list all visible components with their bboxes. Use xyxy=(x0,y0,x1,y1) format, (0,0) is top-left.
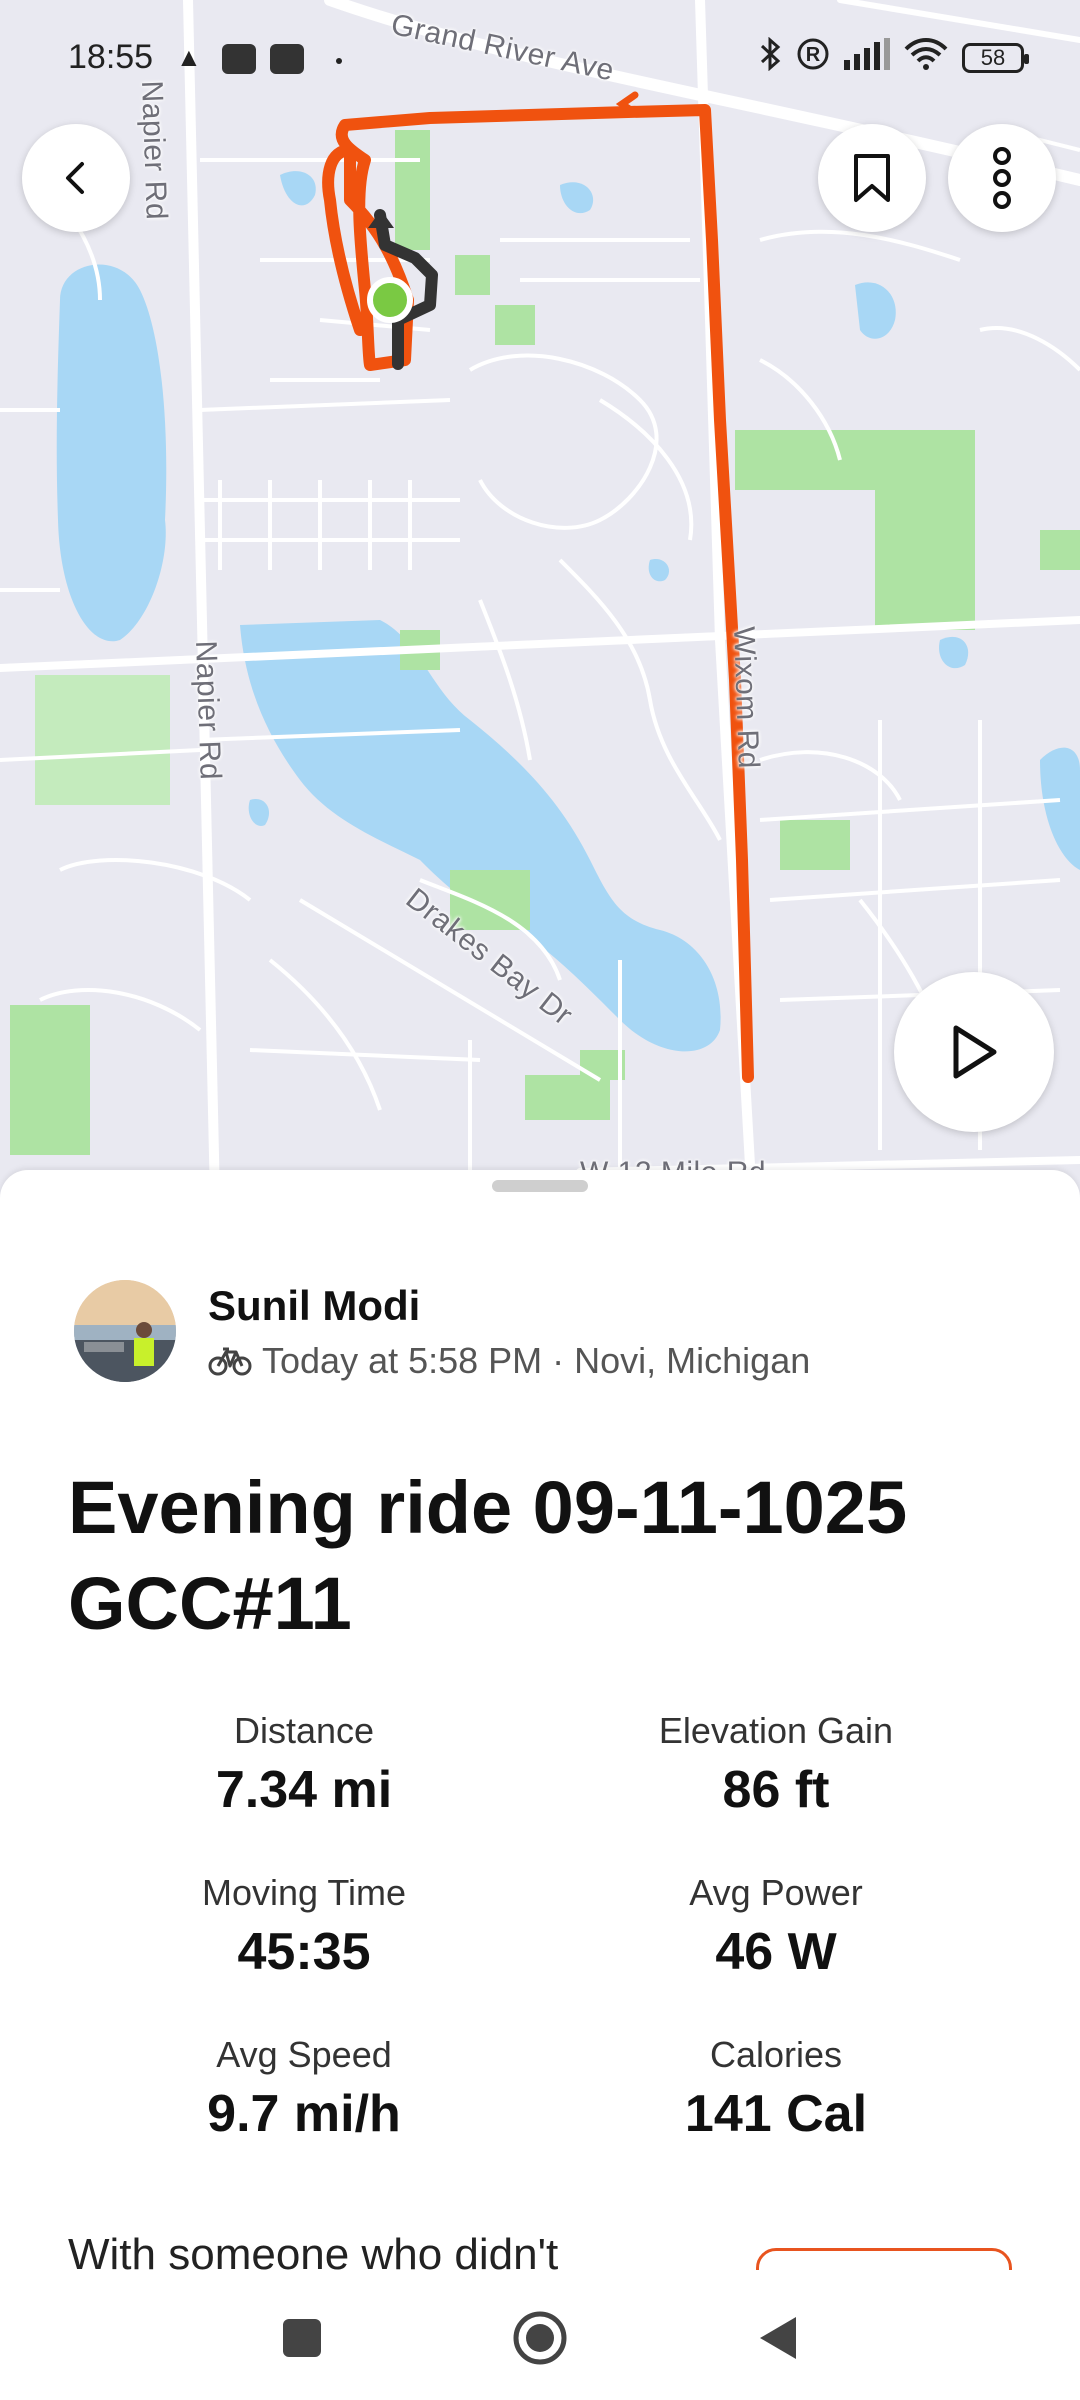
stat-value: 86 ft xyxy=(722,1761,830,1819)
stat-calories: Calories 141 Cal xyxy=(566,2034,986,2144)
activity-meta: Today at 5:58 PM · Novi, Michigan xyxy=(208,1340,810,1382)
stat-value: 7.34 mi xyxy=(215,1761,393,1819)
road-label-wixom: Wixom Rd xyxy=(727,626,765,770)
stat-label: Moving Time xyxy=(201,1872,407,1913)
back-button[interactable] xyxy=(22,124,130,232)
registered-icon: R xyxy=(796,37,830,79)
battery-level: 58 xyxy=(980,45,1006,70)
system-nav-bar xyxy=(0,2270,1080,2400)
recent-apps-icon xyxy=(283,2319,321,2357)
stat-label: Elevation Gain xyxy=(658,1710,894,1751)
avatar-photo xyxy=(74,1280,176,1382)
stat-value: 45:35 xyxy=(237,1923,371,1981)
home-icon xyxy=(513,2311,567,2365)
status-bar: 18:55 ▲ R 58 xyxy=(0,0,1080,110)
battery-icon: 58 xyxy=(962,43,1029,73)
stat-moving-time: Moving Time 45:35 xyxy=(94,1872,514,1982)
stat-avg-power: Avg Power 46 W xyxy=(566,1872,986,1982)
home-button[interactable] xyxy=(512,2310,568,2366)
athlete-name[interactable]: Sunil Modi xyxy=(208,1282,420,1330)
dot-indicator xyxy=(336,58,342,64)
stat-label: Calories xyxy=(709,2034,843,2075)
stat-value: 46 W xyxy=(715,1923,837,1981)
back-nav-button[interactable] xyxy=(750,2310,806,2366)
stat-label: Distance xyxy=(233,1710,375,1751)
bluetooth-icon xyxy=(760,36,782,79)
svg-text:R: R xyxy=(806,44,821,66)
activity-title: Evening ride 09-11-1025 GCC#11 xyxy=(68,1466,908,1645)
status-icons: R 58 xyxy=(760,36,1029,80)
sheet-drag-handle[interactable] xyxy=(492,1180,588,1192)
stat-elevation-gain: Elevation Gain 86 ft xyxy=(566,1710,986,1820)
more-vertical-icon xyxy=(993,147,1011,209)
stat-avg-speed: Avg Speed 9.7 mi/h xyxy=(94,2034,514,2144)
road-label-napier-mid: Napier Rd xyxy=(189,640,227,781)
wifi-icon xyxy=(904,37,948,79)
avatar[interactable] xyxy=(74,1280,176,1382)
recent-apps-button[interactable] xyxy=(274,2310,330,2366)
more-options-button[interactable] xyxy=(948,124,1056,232)
bookmark-button[interactable] xyxy=(818,124,926,232)
activity-sheet: Sunil Modi Today at 5:58 PM · Novi, Mich… xyxy=(0,1170,1080,2318)
stat-value: 141 Cal xyxy=(684,2085,868,2143)
navigation-arrow-icon: ▲ xyxy=(176,42,202,72)
chevron-left-icon xyxy=(66,162,84,194)
bookmark-icon xyxy=(854,154,890,202)
stat-label: Avg Power xyxy=(689,1872,863,1913)
signal-icon xyxy=(844,38,890,78)
stat-value: 9.7 mi/h xyxy=(207,2085,401,2143)
play-flyover-button[interactable] xyxy=(894,972,1054,1132)
back-icon xyxy=(760,2317,796,2359)
notification-icon xyxy=(222,44,256,74)
stat-label: Avg Speed xyxy=(216,2034,392,2075)
notification-icon xyxy=(270,44,304,74)
activity-meta-text: Today at 5:58 PM · Novi, Michigan xyxy=(262,1340,811,1381)
stat-distance: Distance 7.34 mi xyxy=(94,1710,514,1820)
play-icon xyxy=(953,1025,997,1079)
bike-icon xyxy=(208,1347,252,1376)
status-time: 18:55 xyxy=(68,38,154,76)
